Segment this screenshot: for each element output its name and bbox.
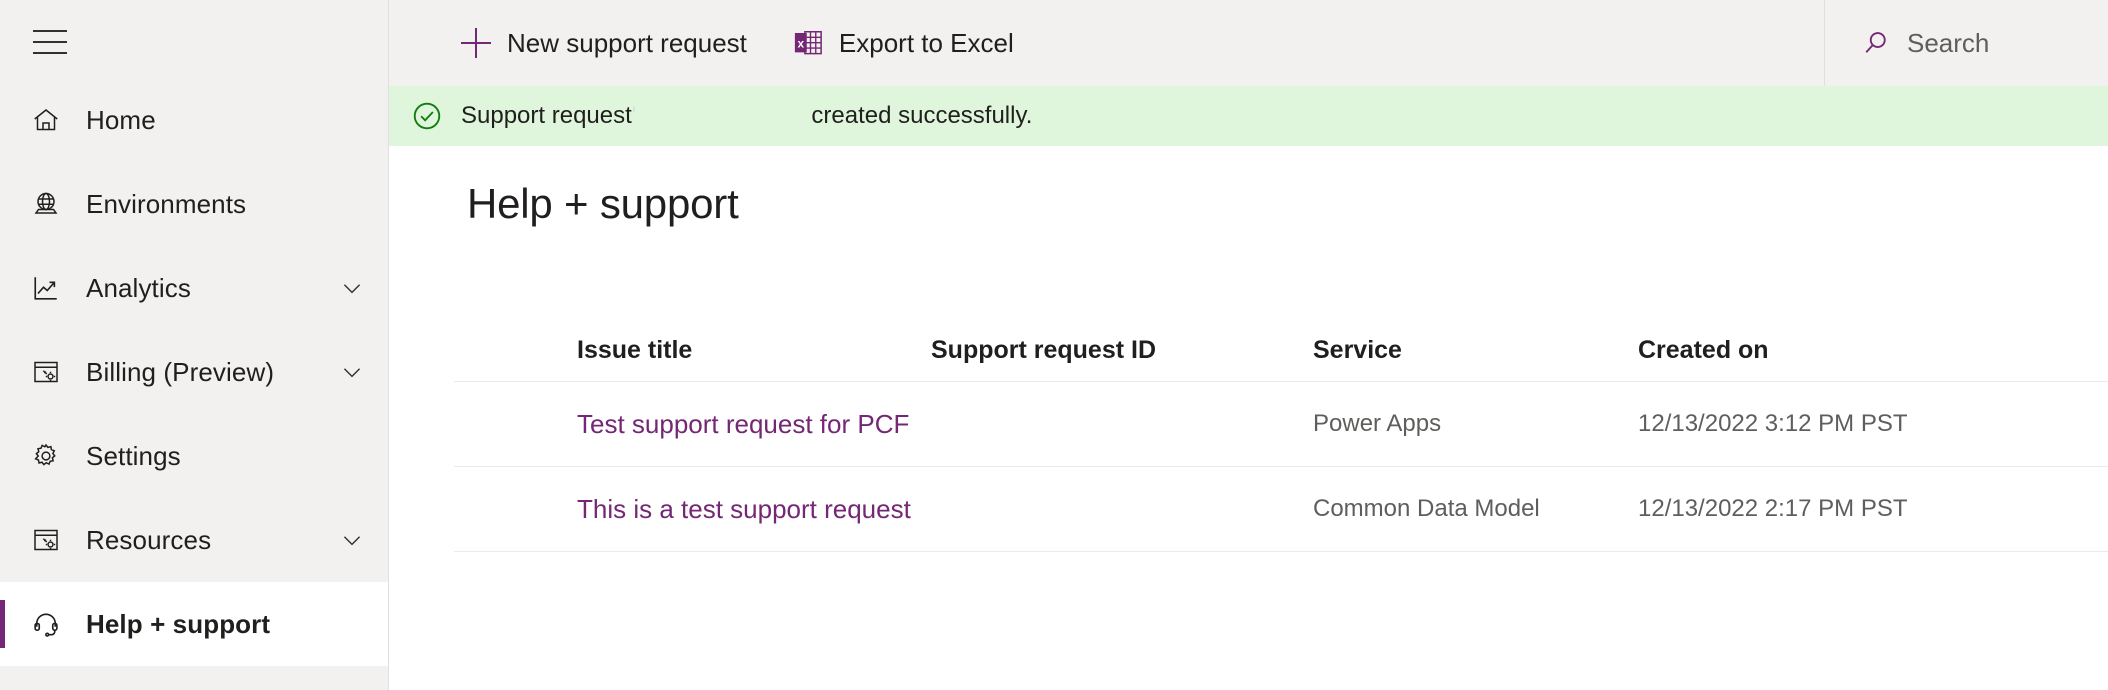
sidebar-item-label: Home (86, 105, 156, 135)
column-header-created-on[interactable]: Created on (1638, 336, 2108, 365)
column-header-issue-title[interactable]: Issue title (454, 336, 931, 365)
issue-title-link[interactable]: Test support request for PCF (577, 409, 909, 439)
gear-icon (18, 441, 74, 471)
table-header-row: Issue title Support request ID Service C… (454, 320, 2108, 382)
success-message-suffix: created successfully. (811, 102, 1033, 129)
sidebar-item-home[interactable]: Home (0, 78, 388, 162)
sidebar-item-label: Resources (86, 525, 212, 555)
main-pane: New support request x Export to Excel Se… (389, 0, 2108, 690)
support-requests-table: Issue title Support request ID Service C… (454, 320, 2108, 552)
home-icon (18, 105, 74, 135)
cell-service: Common Data Model (1313, 495, 1540, 522)
success-message-text: Support request (461, 102, 632, 129)
content-area: Help + support Issue title Support reque… (389, 146, 2108, 552)
sidebar-item-label: Settings (86, 441, 181, 471)
hamburger-bar (33, 52, 67, 54)
page-title: Help + support (467, 180, 739, 227)
resources-icon (18, 525, 74, 555)
new-support-request-button[interactable]: New support request (447, 14, 761, 72)
sidebar-item-settings[interactable]: Settings (0, 414, 388, 498)
chevron-down-icon[interactable] (332, 275, 372, 301)
sidebar-item-environments[interactable]: Environments (0, 162, 388, 246)
search-icon (1861, 28, 1891, 58)
hamburger-bar (33, 41, 67, 43)
cell-created-on: 12/13/2022 3:12 PM PST (1638, 410, 1908, 437)
app-root: Home Environments Analytics Billing (Pre… (0, 0, 2108, 690)
cell-created-on: 12/13/2022 2:17 PM PST (1638, 495, 1908, 522)
excel-icon: x (793, 28, 823, 58)
success-message-bar: Support request ' created successfully. (389, 86, 2108, 146)
headset-icon (18, 609, 74, 639)
cell-issue-title: This is a test support request (454, 494, 931, 525)
sidebar-item-label: Environments (86, 189, 247, 219)
export-to-excel-button[interactable]: x Export to Excel (779, 14, 1028, 72)
cell-issue-title: Test support request for PCF (454, 409, 931, 440)
globe-icon (18, 189, 74, 219)
sidebar-item-resources[interactable]: Resources (0, 498, 388, 582)
plus-icon (461, 28, 491, 58)
sidebar: Home Environments Analytics Billing (Pre… (0, 0, 389, 690)
sidebar-item-label: Help + support (86, 609, 271, 639)
sidebar-item-label: Analytics (86, 273, 191, 303)
cell-service: Power Apps (1313, 410, 1442, 437)
chevron-down-icon[interactable] (332, 359, 372, 385)
export-to-excel-label: Export to Excel (838, 27, 1014, 58)
sidebar-item-analytics[interactable]: Analytics (0, 246, 388, 330)
chevron-down-icon[interactable] (332, 527, 372, 553)
new-support-request-label: New support request (507, 27, 747, 58)
hamburger-bar (33, 30, 67, 32)
svg-text:x: x (797, 36, 804, 50)
table-row[interactable]: Test support request for PCF Power Apps … (454, 382, 2108, 467)
table-row[interactable]: This is a test support request Common Da… (454, 467, 2108, 552)
column-header-service[interactable]: Service (1313, 336, 1638, 365)
sidebar-item-label: Billing (Preview) (86, 357, 275, 387)
sidebar-nav-list: Home Environments Analytics Billing (Pre… (0, 78, 388, 666)
sidebar-item-help-support[interactable]: Help + support (0, 582, 388, 666)
success-message-quote: ' (631, 102, 637, 129)
hamburger-icon[interactable] (22, 16, 78, 68)
column-header-support-request-id[interactable]: Support request ID (931, 336, 1313, 365)
command-bar: New support request x Export to Excel Se… (389, 0, 2108, 86)
search-placeholder: Search (1907, 27, 1990, 58)
issue-title-link[interactable]: This is a test support request (577, 494, 911, 524)
checkmark-circle-icon (411, 100, 443, 132)
billing-icon (18, 357, 74, 387)
sidebar-item-billing[interactable]: Billing (Preview) (0, 330, 388, 414)
chart-line-icon (18, 273, 74, 303)
search-input[interactable]: Search (1824, 0, 2108, 86)
